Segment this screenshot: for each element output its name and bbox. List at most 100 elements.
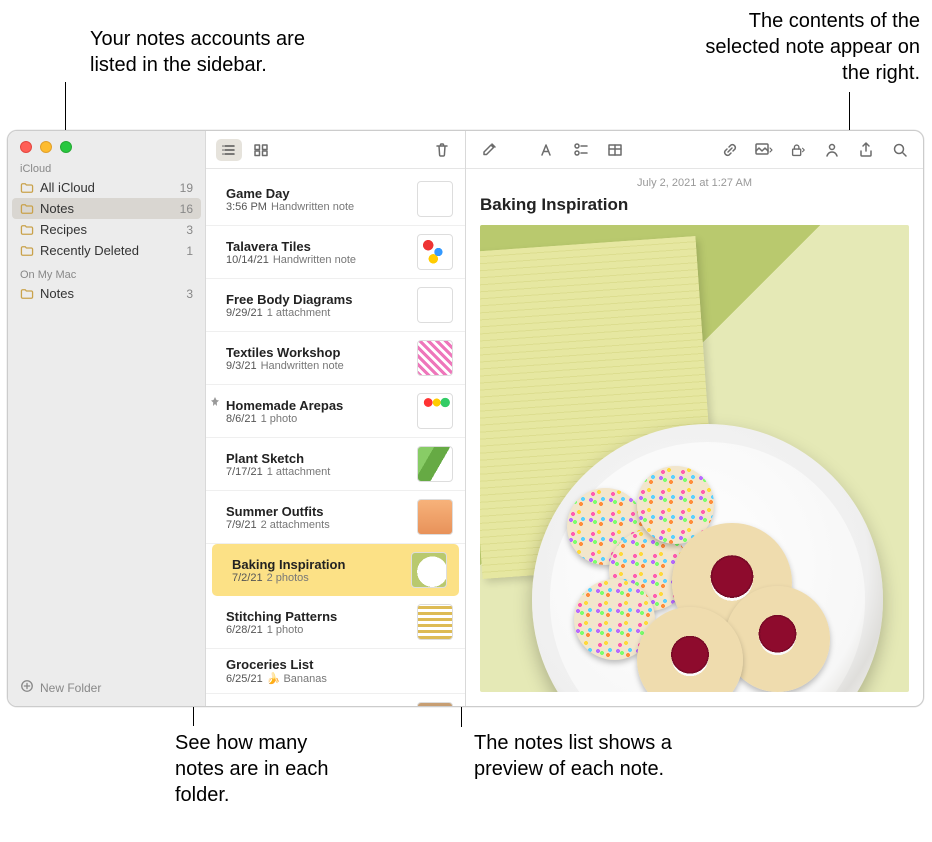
- collaborate-button[interactable]: [817, 138, 847, 162]
- sidebar-item-count: 16: [180, 202, 193, 216]
- note-item-title: Groceries List: [226, 657, 453, 672]
- note-item-title: Game Day: [226, 186, 407, 201]
- note-item-title: Free Body Diagrams: [226, 292, 407, 307]
- note-thumbnail: [417, 234, 453, 270]
- new-folder-button[interactable]: New Folder: [8, 671, 205, 706]
- note-item-title: Textiles Workshop: [226, 345, 407, 360]
- new-folder-label: New Folder: [40, 681, 101, 695]
- sidebar-item-label: Recently Deleted: [40, 243, 180, 258]
- note-item-meta: 9/29/211 attachment: [226, 307, 407, 319]
- callout-sidebar: Your notes accounts are listed in the si…: [90, 26, 350, 78]
- checklist-button[interactable]: [566, 138, 596, 162]
- sidebar-section-label: iCloud: [8, 155, 205, 177]
- note-thumbnail: [417, 287, 453, 323]
- callout-preview: The notes list shows a preview of each n…: [474, 730, 714, 782]
- sidebar-item-all-icloud[interactable]: All iCloud 19: [8, 177, 205, 198]
- note-title: Baking Inspiration: [480, 195, 909, 215]
- note-list-item[interactable]: Places to hike6/2/212 photos: [206, 694, 465, 706]
- plus-circle-icon: [20, 679, 34, 696]
- content-toolbar: [466, 131, 923, 169]
- sidebar-item-label: All iCloud: [40, 180, 174, 195]
- note-item-meta: 10/14/21Handwritten note: [226, 254, 407, 266]
- note-item-title: Summer Outfits: [226, 504, 407, 519]
- close-window[interactable]: [20, 141, 32, 153]
- sidebar-section-icloud: iCloud All iCloud 19 Notes 16 Recipes 3: [8, 155, 205, 261]
- search-button[interactable]: [885, 138, 915, 162]
- note-list-item[interactable]: Stitching Patterns6/28/211 photo: [206, 596, 465, 649]
- callout-count: See how many notes are in each folder.: [175, 730, 345, 808]
- note-list-item[interactable]: Summer Outfits7/9/212 attachments: [206, 491, 465, 544]
- minimize-window[interactable]: [40, 141, 52, 153]
- note-item-title: Talavera Tiles: [226, 239, 407, 254]
- note-item-title: Stitching Patterns: [226, 609, 407, 624]
- note-list-item[interactable]: Groceries List6/25/21🍌 Bananas: [206, 649, 465, 694]
- sidebar-item-label: Recipes: [40, 222, 180, 237]
- note-thumbnail: [417, 446, 453, 482]
- sidebar-section-label: On My Mac: [8, 261, 205, 283]
- sidebar-item-recipes[interactable]: Recipes 3: [8, 219, 205, 240]
- sidebar-item-count: 1: [186, 244, 193, 258]
- note-item-title: Baking Inspiration: [232, 557, 401, 572]
- sidebar-item-count: 3: [186, 223, 193, 237]
- note-item-meta: 6/25/21🍌 Bananas: [226, 672, 453, 685]
- note-item-meta: 8/6/211 photo: [226, 413, 407, 425]
- compose-button[interactable]: [474, 138, 504, 162]
- note-list-item[interactable]: Game Day3:56 PMHandwritten note: [206, 173, 465, 226]
- note-item-meta: 9/3/21Handwritten note: [226, 360, 407, 372]
- callout-content: The contents of the selected note appear…: [690, 8, 920, 86]
- note-thumbnail: [417, 499, 453, 535]
- lock-button[interactable]: [783, 138, 813, 162]
- note-item-meta: 6/28/211 photo: [226, 624, 407, 636]
- folder-icon: [20, 288, 34, 300]
- note-content: July 2, 2021 at 1:27 AM Baking Inspirati…: [466, 131, 923, 706]
- note-list-item[interactable]: Plant Sketch7/17/211 attachment: [206, 438, 465, 491]
- gallery-view-button[interactable]: [248, 139, 274, 161]
- note-body[interactable]: July 2, 2021 at 1:27 AM Baking Inspirati…: [466, 169, 923, 706]
- share-button[interactable]: [851, 138, 881, 162]
- note-item-meta: 7/2/212 photos: [232, 572, 401, 584]
- note-thumbnail: [417, 702, 453, 706]
- link-button[interactable]: [715, 138, 745, 162]
- note-list-item[interactable]: Free Body Diagrams9/29/211 attachment: [206, 279, 465, 332]
- note-thumbnail: [417, 181, 453, 217]
- pin-icon: [210, 397, 220, 407]
- sidebar: iCloud All iCloud 19 Notes 16 Recipes 3: [8, 131, 206, 706]
- delete-note-button[interactable]: [429, 139, 455, 161]
- sidebar-section-on-my-mac: On My Mac Notes 3: [8, 261, 205, 304]
- note-list-item[interactable]: Homemade Arepas8/6/211 photo: [206, 385, 465, 438]
- folder-icon: [20, 224, 34, 236]
- format-button[interactable]: [532, 138, 562, 162]
- note-items[interactable]: Game Day3:56 PMHandwritten noteTalavera …: [206, 169, 465, 706]
- notes-window: iCloud All iCloud 19 Notes 16 Recipes 3: [7, 130, 924, 707]
- callout-line: [461, 714, 462, 727]
- sidebar-item-label: Notes: [40, 286, 180, 301]
- note-thumbnail: [417, 340, 453, 376]
- sidebar-item-count: 19: [180, 181, 193, 195]
- note-date: July 2, 2021 at 1:27 AM: [480, 177, 909, 189]
- folder-icon: [20, 182, 34, 194]
- note-item-title: Plant Sketch: [226, 451, 407, 466]
- media-button[interactable]: [749, 138, 779, 162]
- note-thumbnail: [417, 393, 453, 429]
- note-item-meta: 7/17/211 attachment: [226, 466, 407, 478]
- note-list-item[interactable]: Talavera Tiles10/14/21Handwritten note: [206, 226, 465, 279]
- zoom-window[interactable]: [60, 141, 72, 153]
- note-item-title: Homemade Arepas: [226, 398, 407, 413]
- list-view-button[interactable]: [216, 139, 242, 161]
- note-list-item[interactable]: Textiles Workshop9/3/21Handwritten note: [206, 332, 465, 385]
- folder-icon: [20, 245, 34, 257]
- note-list-toolbar: [206, 131, 465, 169]
- note-thumbnail: [417, 604, 453, 640]
- sidebar-item-notes[interactable]: Notes 16: [12, 198, 201, 219]
- note-thumbnail: [411, 552, 447, 588]
- sidebar-item-recently-deleted[interactable]: Recently Deleted 1: [8, 240, 205, 261]
- note-photo: [480, 225, 909, 692]
- sidebar-item-count: 3: [186, 287, 193, 301]
- sidebar-item-local-notes[interactable]: Notes 3: [8, 283, 205, 304]
- note-item-meta: 7/9/212 attachments: [226, 519, 407, 531]
- window-controls: [8, 131, 205, 155]
- sidebar-item-label: Notes: [40, 201, 174, 216]
- note-list-item[interactable]: Baking Inspiration7/2/212 photos: [212, 544, 459, 596]
- note-item-meta: 3:56 PMHandwritten note: [226, 201, 407, 213]
- table-button[interactable]: [600, 138, 630, 162]
